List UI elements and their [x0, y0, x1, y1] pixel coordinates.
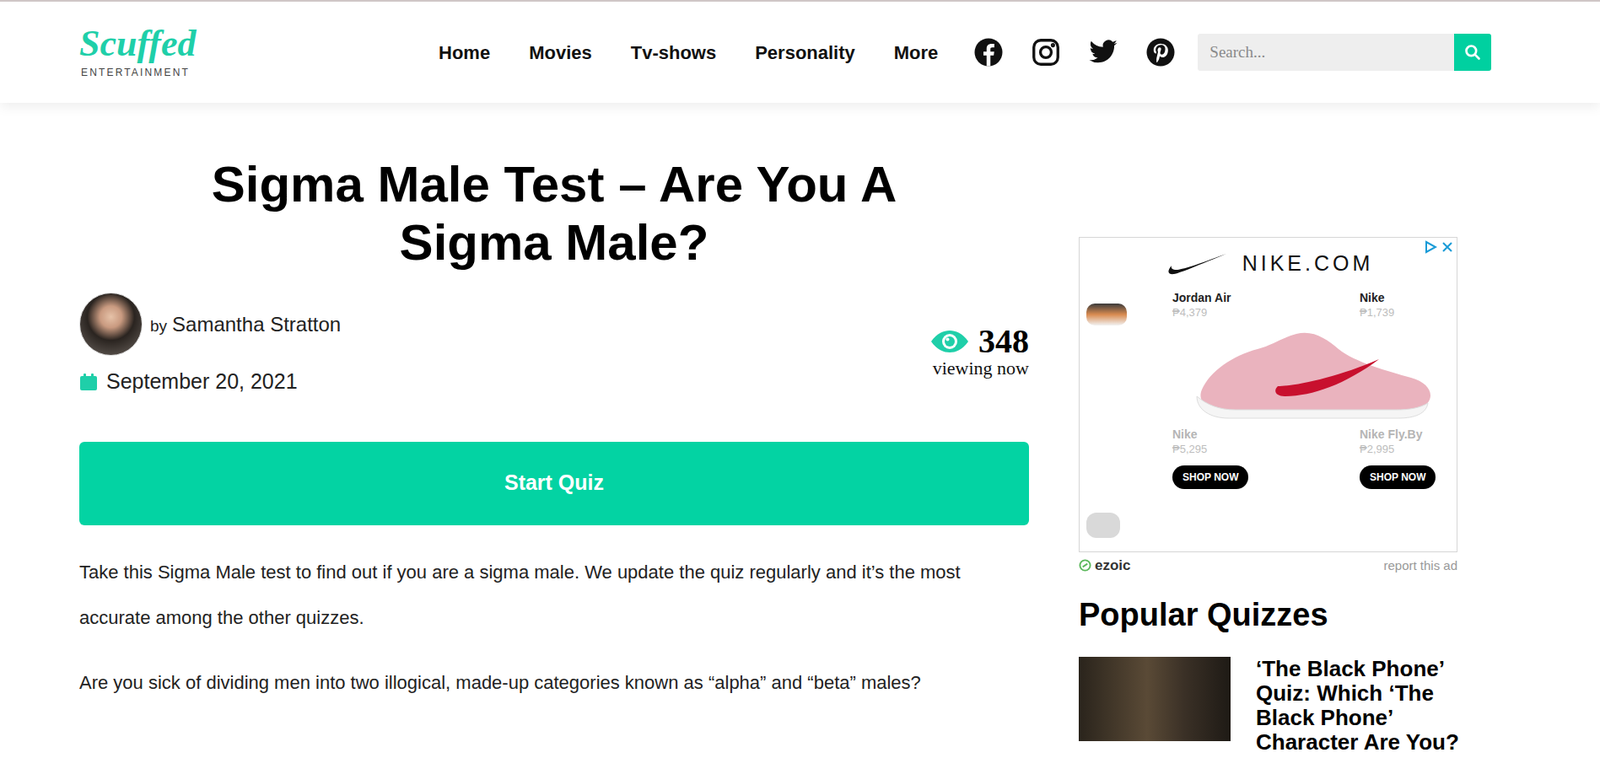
adchoices-icon[interactable] — [1423, 240, 1438, 254]
date-row: September 20, 2021 — [79, 366, 341, 399]
quiz-list: ‘The Black Phone’ Quiz: Which ‘The Black… — [1078, 657, 1493, 755]
ad-product[interactable]: Nike Fly.By₱2,995 — [1359, 426, 1451, 458]
nav-link[interactable]: Movies — [528, 38, 593, 67]
quiz-title[interactable]: ‘The Black Phone’ Quiz: Which ‘The Black… — [1255, 657, 1493, 755]
product-name: Nike — [1172, 426, 1355, 442]
quiz-card[interactable]: ‘The Black Phone’ Quiz: Which ‘The Black… — [1078, 657, 1493, 755]
ad-body: Jordan Air₱4,379Nike₱1,739 Nike₱5,295Nik… — [1079, 290, 1457, 552]
pink-shoe-icon — [1185, 323, 1439, 424]
ad-brand: NIKE.COM — [1242, 247, 1374, 281]
instagram-icon[interactable] — [1030, 37, 1062, 68]
view-counter: 348 viewing now — [929, 324, 1029, 379]
popular-heading: Popular Quizzes — [1078, 595, 1493, 635]
ad-hero — [1172, 323, 1451, 424]
nav-link[interactable]: Home — [438, 38, 491, 67]
close-icon[interactable] — [1440, 240, 1455, 254]
article: Sigma Male Test – Are You A Sigma Male? … — [79, 102, 1029, 755]
start-quiz-button[interactable]: Start Quiz — [79, 441, 1029, 526]
ezoic-logo-icon — [1078, 559, 1092, 572]
search-icon — [1464, 43, 1482, 61]
logo-subtitle: ENTERTAINMENT — [79, 64, 190, 81]
ad-box[interactable]: NIKE.COM Jordan Air₱4,379Nike₱1,739 Nike… — [1078, 237, 1458, 553]
author-name[interactable]: Samantha Stratton — [172, 309, 341, 340]
product-name: Jordan Air — [1172, 290, 1355, 306]
main-nav: Home Movies Tv-shows Personality More — [438, 38, 938, 67]
ad-header: NIKE.COM — [1079, 237, 1457, 291]
logo-script[interactable]: Scuffed — [79, 24, 197, 64]
twitter-icon[interactable] — [1088, 37, 1119, 68]
search-button[interactable] — [1454, 33, 1492, 71]
ad-footer: ezoic report this ad — [1078, 554, 1458, 577]
article-meta: by Samantha Stratton September 20, 2021 … — [79, 292, 1029, 399]
nav-link[interactable]: More — [894, 38, 939, 67]
ad-product[interactable]: Nike₱5,295 — [1172, 426, 1360, 458]
ad-product-row: Nike₱5,295Nike Fly.By₱2,995 — [1172, 426, 1451, 458]
sidebar: NIKE.COM Jordan Air₱4,379Nike₱1,739 Nike… — [1078, 102, 1493, 755]
ad-product[interactable]: Jordan Air₱4,379 — [1172, 290, 1360, 321]
article-text: Take this Sigma Male test to find out if… — [79, 549, 1029, 726]
ad-products: Jordan Air₱4,379Nike₱1,739 Nike₱5,295Nik… — [1172, 290, 1451, 552]
pinterest-icon[interactable] — [1145, 37, 1176, 68]
shoe-thumbnail — [1086, 303, 1127, 326]
shoe-thumbnail — [1086, 512, 1121, 539]
social-links — [973, 37, 1176, 68]
ad-choices[interactable] — [1423, 240, 1455, 254]
view-label: viewing now — [932, 358, 1029, 379]
page-body: Sigma Male Test – Are You A Sigma Male? … — [0, 102, 1600, 755]
article-paragraph: Are you sick of dividing men into two il… — [79, 660, 1029, 706]
view-count: 348 — [978, 324, 1029, 359]
product-price: ₱1,739 — [1359, 305, 1446, 321]
ad-buttons: SHOP NOW SHOP NOW — [1172, 465, 1451, 490]
eye-icon — [929, 328, 970, 355]
search-input[interactable] — [1197, 33, 1455, 71]
calendar-icon — [79, 372, 98, 392]
article-title: Sigma Male Test – Are You A Sigma Male? — [79, 155, 1029, 272]
product-price: ₱4,379 — [1172, 305, 1355, 321]
logo[interactable]: Scuffed ENTERTAINMENT — [79, 24, 439, 81]
shop-now-button[interactable]: SHOP NOW — [1172, 465, 1249, 490]
nike-swoosh-icon — [1163, 252, 1228, 276]
article-paragraph: Take this Sigma Male test to find out if… — [79, 549, 1029, 642]
author-block: by Samantha Stratton September 20, 2021 — [79, 292, 341, 399]
ad-network[interactable]: ezoic — [1094, 554, 1132, 577]
nav-link[interactable]: Personality — [754, 38, 856, 67]
search-bar — [1197, 33, 1492, 71]
author-row: by Samantha Stratton — [79, 292, 341, 356]
ad-product-row: Jordan Air₱4,379Nike₱1,739 — [1172, 290, 1451, 321]
facebook-icon[interactable] — [973, 37, 1004, 68]
ad-product[interactable]: Nike₱1,739 — [1359, 290, 1451, 321]
ad-thumbnails — [1079, 290, 1173, 552]
product-price: ₱2,995 — [1359, 441, 1446, 458]
shop-now-button[interactable]: SHOP NOW — [1359, 465, 1436, 490]
report-ad-link[interactable]: report this ad — [1383, 556, 1458, 577]
author-prefix: by — [150, 314, 168, 340]
product-price: ₱5,295 — [1172, 441, 1355, 458]
author-avatar[interactable] — [79, 292, 143, 356]
product-name: Nike — [1359, 290, 1446, 306]
quiz-thumbnail[interactable] — [1078, 657, 1231, 742]
publish-date: September 20, 2021 — [106, 366, 298, 399]
site-header: Scuffed ENTERTAINMENT Home Movies Tv-shows… — [0, 0, 1600, 103]
product-name: Nike Fly.By — [1359, 426, 1446, 442]
nav-link[interactable]: Tv-shows — [630, 38, 717, 67]
